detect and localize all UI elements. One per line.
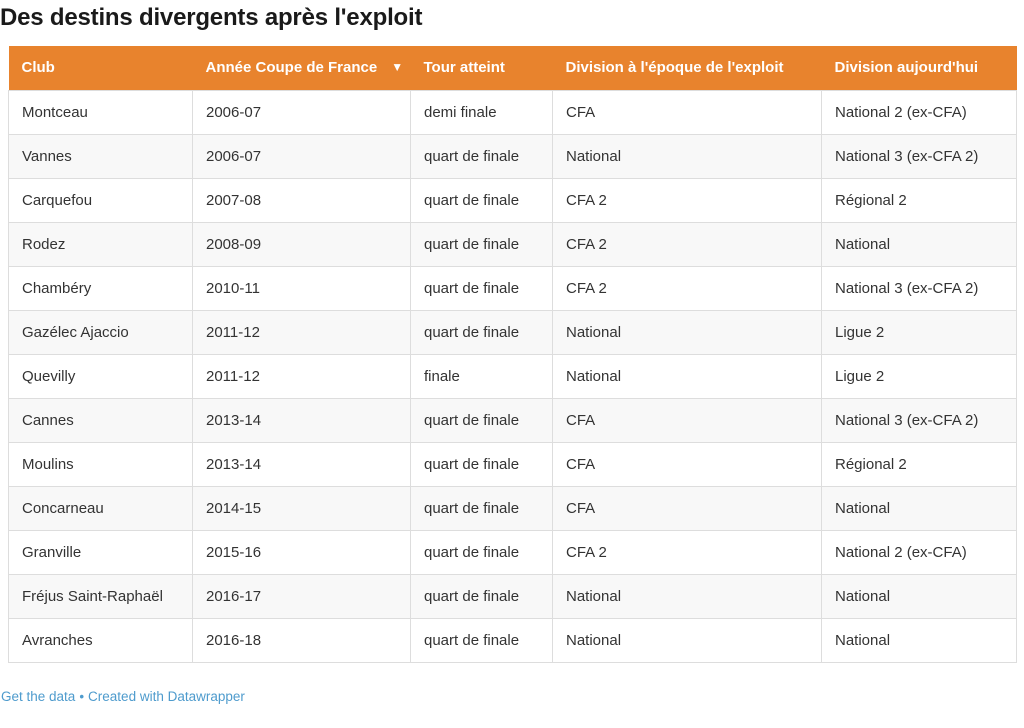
table-cell: quart de finale xyxy=(411,134,553,178)
table-cell: 2013-14 xyxy=(193,398,411,442)
table-cell: National xyxy=(822,618,1017,662)
table-cell: 2008-09 xyxy=(193,222,411,266)
table-cell: National xyxy=(553,354,822,398)
table-cell: Vannes xyxy=(9,134,193,178)
data-table: Club Année Coupe de France ▼ Tour atteint… xyxy=(8,46,1017,663)
table-cell: quart de finale xyxy=(411,222,553,266)
table-cell: National xyxy=(553,574,822,618)
table-row: Fréjus Saint-Raphaël2016-17quart de fina… xyxy=(9,574,1017,618)
table-header-row: Club Année Coupe de France ▼ Tour atteint… xyxy=(9,46,1017,90)
table-row: Montceau2006-07demi finaleCFANational 2 … xyxy=(9,90,1017,134)
table-cell: 2006-07 xyxy=(193,134,411,178)
get-the-data-link[interactable]: Get the data xyxy=(1,689,75,704)
datawrapper-table-widget: Des destins divergents après l'exploit C… xyxy=(0,0,1024,728)
table-cell: National 2 (ex-CFA) xyxy=(822,530,1017,574)
table-cell: quart de finale xyxy=(411,266,553,310)
table-cell: National xyxy=(553,310,822,354)
table-row: Moulins2013-14quart de finaleCFARégional… xyxy=(9,442,1017,486)
table-cell: National xyxy=(553,134,822,178)
table-cell: Carquefou xyxy=(9,178,193,222)
table-header: Club Année Coupe de France ▼ Tour atteint… xyxy=(9,46,1017,90)
table-cell: 2006-07 xyxy=(193,90,411,134)
column-header-annee[interactable]: Année Coupe de France ▼ xyxy=(193,46,411,90)
table-cell: National 3 (ex-CFA 2) xyxy=(822,134,1017,178)
table-cell: Ligue 2 xyxy=(822,310,1017,354)
table-cell: National xyxy=(553,618,822,662)
table-cell: quart de finale xyxy=(411,178,553,222)
table-cell: National 2 (ex-CFA) xyxy=(822,90,1017,134)
table-cell: CFA xyxy=(553,90,822,134)
table-cell: Montceau xyxy=(9,90,193,134)
table-cell: quart de finale xyxy=(411,574,553,618)
table-cell: Rodez xyxy=(9,222,193,266)
table-cell: quart de finale xyxy=(411,442,553,486)
table-cell: CFA 2 xyxy=(553,530,822,574)
table-cell: 2011-12 xyxy=(193,354,411,398)
table-cell: Fréjus Saint-Raphaël xyxy=(9,574,193,618)
table-cell: CFA 2 xyxy=(553,266,822,310)
footer-separator: • xyxy=(79,689,84,704)
column-header-club[interactable]: Club xyxy=(9,46,193,90)
table-cell: Ligue 2 xyxy=(822,354,1017,398)
table-row: Concarneau2014-15quart de finaleCFANatio… xyxy=(9,486,1017,530)
table-cell: 2014-15 xyxy=(193,486,411,530)
table-cell: Cannes xyxy=(9,398,193,442)
table-cell: National xyxy=(822,486,1017,530)
table-cell: National 3 (ex-CFA 2) xyxy=(822,266,1017,310)
table-cell: demi finale xyxy=(411,90,553,134)
table-cell: National xyxy=(822,574,1017,618)
table-row: Gazélec Ajaccio2011-12quart de finaleNat… xyxy=(9,310,1017,354)
table-row: Cannes2013-14quart de finaleCFANational … xyxy=(9,398,1017,442)
table-cell: quart de finale xyxy=(411,530,553,574)
table-cell: 2013-14 xyxy=(193,442,411,486)
table-cell: CFA xyxy=(553,442,822,486)
table-cell: 2010-11 xyxy=(193,266,411,310)
table-cell: Concarneau xyxy=(9,486,193,530)
sort-descending-icon[interactable]: ▼ xyxy=(391,60,403,74)
table-cell: Régional 2 xyxy=(822,442,1017,486)
table-cell: quart de finale xyxy=(411,310,553,354)
datawrapper-credit-link[interactable]: Created with Datawrapper xyxy=(88,689,245,704)
table-row: Granville2015-16quart de finaleCFA 2Nati… xyxy=(9,530,1017,574)
table-cell: CFA 2 xyxy=(553,178,822,222)
table-cell: 2011-12 xyxy=(193,310,411,354)
column-header-division-aujourdhui[interactable]: Division aujourd'hui xyxy=(822,46,1017,90)
table-cell: 2015-16 xyxy=(193,530,411,574)
table-cell: Régional 2 xyxy=(822,178,1017,222)
column-header-annee-label: Année Coupe de France xyxy=(206,59,378,76)
table-cell: National 3 (ex-CFA 2) xyxy=(822,398,1017,442)
table-row: Carquefou2007-08quart de finaleCFA 2Régi… xyxy=(9,178,1017,222)
table-cell: Moulins xyxy=(9,442,193,486)
table-cell: 2007-08 xyxy=(193,178,411,222)
table-cell: Granville xyxy=(9,530,193,574)
table-cell: CFA xyxy=(553,486,822,530)
table-row: Rodez2008-09quart de finaleCFA 2National xyxy=(9,222,1017,266)
table-cell: CFA 2 xyxy=(553,222,822,266)
footer: Get the data • Created with Datawrapper xyxy=(1,689,245,705)
table-row: Vannes2006-07quart de finaleNationalNati… xyxy=(9,134,1017,178)
table-body: Montceau2006-07demi finaleCFANational 2 … xyxy=(9,90,1017,662)
table-row: Avranches2016-18quart de finaleNationalN… xyxy=(9,618,1017,662)
table-cell: National xyxy=(822,222,1017,266)
table-cell: quart de finale xyxy=(411,486,553,530)
page-title: Des destins divergents après l'exploit xyxy=(0,0,1024,33)
column-header-division-epoque[interactable]: Division à l'époque de l'exploit xyxy=(553,46,822,90)
table-cell: finale xyxy=(411,354,553,398)
table-cell: Avranches xyxy=(9,618,193,662)
table-cell: CFA xyxy=(553,398,822,442)
table-cell: Chambéry xyxy=(9,266,193,310)
table-cell: Quevilly xyxy=(9,354,193,398)
table-cell: 2016-18 xyxy=(193,618,411,662)
table-cell: Gazélec Ajaccio xyxy=(9,310,193,354)
table-cell: quart de finale xyxy=(411,398,553,442)
column-header-tour[interactable]: Tour atteint xyxy=(411,46,553,90)
table-row: Chambéry2010-11quart de finaleCFA 2Natio… xyxy=(9,266,1017,310)
table-row: Quevilly2011-12finaleNationalLigue 2 xyxy=(9,354,1017,398)
table-cell: quart de finale xyxy=(411,618,553,662)
table-cell: 2016-17 xyxy=(193,574,411,618)
